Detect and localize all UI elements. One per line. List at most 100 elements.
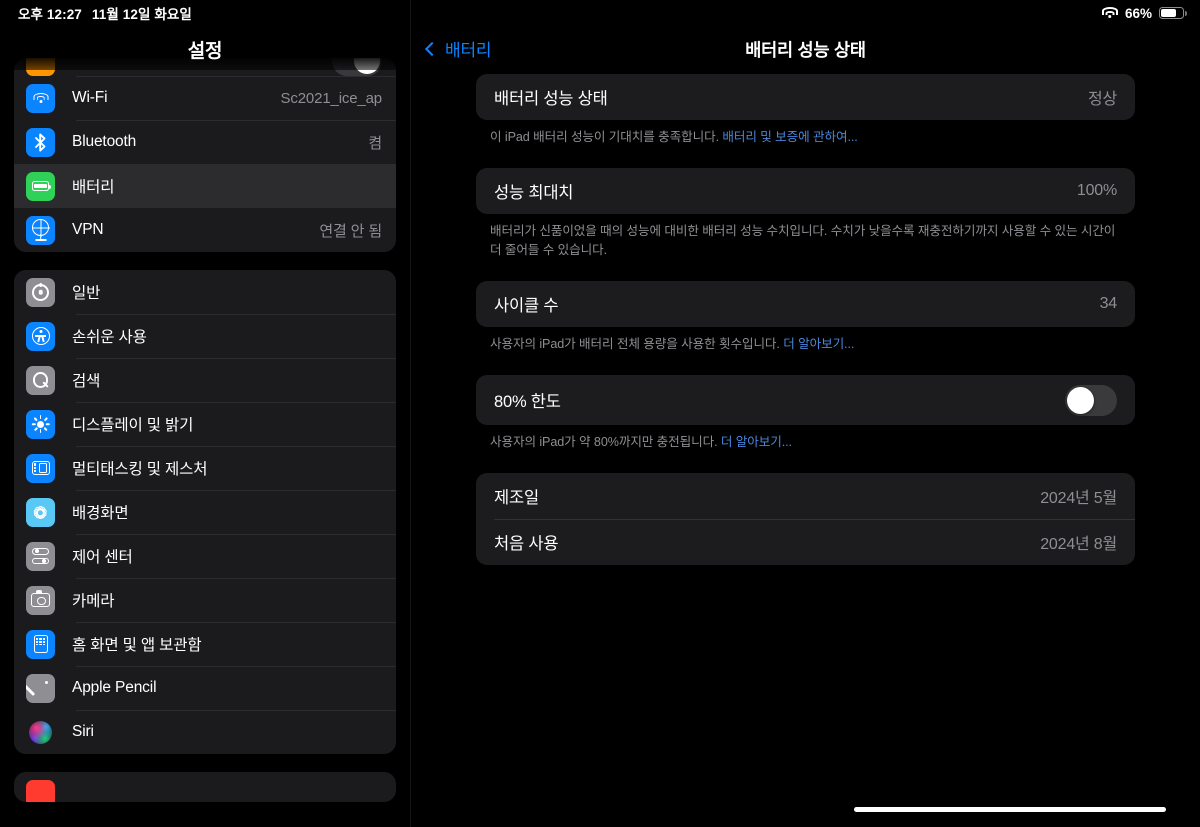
page-title: 설정 <box>187 41 223 62</box>
sidebar-item-control-center[interactable]: 제어 센터 <box>14 534 396 578</box>
siri-orb-icon <box>26 718 55 747</box>
control-center-icon <box>26 541 55 571</box>
sidebar-item-label: Siri <box>72 723 94 740</box>
multitasking-icon <box>26 453 55 483</box>
card: 성능 최대치 100% <box>476 168 1135 215</box>
footnote-text: 배터리가 신품이었을 때의 성능에 대비한 배터리 성능 수치입니다. 수치가 … <box>490 224 1116 257</box>
sidebar-item-display-brightness[interactable]: 디스플레이 및 밝기 <box>14 402 396 446</box>
vpn-globe-icon <box>26 215 55 245</box>
row-80-percent-limit[interactable]: 80% 한도 <box>476 375 1135 425</box>
sidebar-item-label: 일반 <box>72 285 101 302</box>
footnote-link[interactable]: 더 알아보기... <box>721 435 792 449</box>
sidebar-item-bluetooth[interactable]: Bluetooth 켬 <box>14 120 396 164</box>
row-label: 배터리 성능 상태 <box>494 90 608 108</box>
app-icon <box>26 779 55 802</box>
section-battery-health: 배터리 성능 상태 정상 이 iPad 배터리 성능이 기대치를 충족합니다. … <box>476 74 1135 146</box>
row-value: 100% <box>1076 182 1117 200</box>
sidebar-item-accessibility[interactable]: 손쉬운 사용 <box>14 314 396 358</box>
sidebar-item-label: 카메라 <box>72 593 115 610</box>
sidebar-item-value: 켬 <box>368 134 382 152</box>
footnote-text: 이 iPad 배터리 성능이 기대치를 충족합니다. <box>490 130 723 144</box>
card: 사이클 수 34 <box>476 280 1135 327</box>
sidebar-item-home-screen[interactable]: 홈 화면 및 앱 보관함 <box>14 622 396 666</box>
brightness-sun-icon <box>26 409 55 439</box>
sidebar-item-label: 디스플레이 및 밝기 <box>72 417 194 434</box>
ipad-settings-screen: 오후 12:27 11월 12일 화요일 66% Wi-Fi Sc2021_ic… <box>0 0 1200 827</box>
accessibility-icon <box>26 321 55 351</box>
home-indicator[interactable] <box>854 807 1166 812</box>
home-screen-icon <box>26 629 55 659</box>
sidebar-group-connectivity: Wi-Fi Sc2021_ice_ap Bluetooth 켬 배터리 VPN … <box>14 58 396 252</box>
row-value: 34 <box>1099 294 1118 312</box>
footnote-link[interactable]: 더 알아보기... <box>783 337 854 351</box>
card: 제조일 2024년 5월 처음 사용 2024년 8월 <box>476 473 1135 566</box>
sidebar-item-label: Wi-Fi <box>72 89 108 106</box>
sidebar-item-battery[interactable]: 배터리 <box>14 164 396 208</box>
gear-icon <box>26 277 55 307</box>
bluetooth-icon <box>26 127 55 157</box>
card: 배터리 성능 상태 정상 <box>476 74 1135 120</box>
sidebar-item-partial[interactable] <box>14 772 396 802</box>
sidebar-item-value: 연결 안 됨 <box>319 222 382 240</box>
sidebar-item-label: 배터리 <box>72 179 115 196</box>
row-cycle-count[interactable]: 사이클 수 34 <box>476 281 1135 327</box>
sidebar-item-value: Sc2021_ice_ap <box>280 89 383 107</box>
row-label: 처음 사용 <box>494 535 559 554</box>
sidebar-group-system: 일반 손쉬운 사용 검색 디스플레이 및 밝기 멀티태스킹 및 제스처 배경화면… <box>14 270 396 754</box>
sidebar-item-wifi[interactable]: Wi-Fi Sc2021_ice_ap <box>14 76 396 120</box>
section-80-percent-limit: 80% 한도 사용자의 iPad가 약 80%까지만 충전됩니다. 더 알아보기… <box>476 375 1135 451</box>
detail-panel: 배터리 배터리 성능 상태 배터리 성능 상태 정상 이 iPad 배터리 성능… <box>410 0 1200 827</box>
sidebar-item-label: 홈 화면 및 앱 보관함 <box>72 637 202 654</box>
limit-80-toggle[interactable] <box>1065 384 1117 416</box>
sidebar-item-general[interactable]: 일반 <box>14 270 396 314</box>
wallpaper-flower-icon <box>26 497 55 527</box>
sidebar-item-apple-pencil[interactable]: Apple Pencil <box>14 666 396 710</box>
row-value: 2024년 8월 <box>1040 536 1117 554</box>
sidebar-item-search[interactable]: 검색 <box>14 358 396 402</box>
sidebar-item-label: Apple Pencil <box>72 679 157 696</box>
footnote-text: 사용자의 iPad가 약 80%까지만 충전됩니다. <box>490 435 721 449</box>
sidebar-item-label: VPN <box>72 221 104 238</box>
sidebar-item-label: 제어 센터 <box>72 549 133 566</box>
footnote: 배터리가 신품이었을 때의 성능에 대비한 배터리 성능 수치입니다. 수치가 … <box>476 214 1135 259</box>
camera-icon <box>26 585 55 615</box>
sidebar-item-label: 손쉬운 사용 <box>72 329 147 346</box>
battery-icon <box>26 171 55 201</box>
sidebar-item-label: Bluetooth <box>72 133 137 150</box>
row-value: 2024년 5월 <box>1040 490 1117 508</box>
card: 80% 한도 <box>476 375 1135 425</box>
sidebar-item-multitasking[interactable]: 멀티태스킹 및 제스처 <box>14 446 396 490</box>
row-label: 80% 한도 <box>494 393 561 411</box>
sidebar-item-label: 멀티태스킹 및 제스처 <box>72 461 208 478</box>
row-label: 제조일 <box>494 489 539 508</box>
footnote: 사용자의 iPad가 배터리 전체 용량을 사용한 횟수입니다. 더 알아보기.… <box>476 327 1135 353</box>
row-manufacture-date: 제조일 2024년 5월 <box>476 473 1135 519</box>
sidebar-item-camera[interactable]: 카메라 <box>14 578 396 622</box>
footnote: 사용자의 iPad가 약 80%까지만 충전됩니다. 더 알아보기... <box>476 425 1135 451</box>
sidebar-item-siri[interactable]: Siri <box>14 710 396 754</box>
wifi-icon <box>26 83 55 113</box>
footnote-link[interactable]: 배터리 및 보증에 관하여... <box>722 130 857 144</box>
sidebar-item-wallpaper[interactable]: 배경화면 <box>14 490 396 534</box>
row-max-capacity[interactable]: 성능 최대치 100% <box>476 168 1135 214</box>
detail-header: 배터리 배터리 성능 상태 <box>411 0 1200 74</box>
detail-title: 배터리 성능 상태 <box>745 40 866 60</box>
settings-sidebar: Wi-Fi Sc2021_ice_ap Bluetooth 켬 배터리 VPN … <box>0 0 410 827</box>
pencil-icon <box>26 673 55 703</box>
section-dates: 제조일 2024년 5월 처음 사용 2024년 8월 <box>476 473 1135 566</box>
row-first-use: 처음 사용 2024년 8월 <box>476 519 1135 565</box>
sidebar-group-apps-partial <box>14 772 396 802</box>
sidebar-item-vpn[interactable]: VPN 연결 안 됨 <box>14 208 396 252</box>
section-cycle-count: 사이클 수 34 사용자의 iPad가 배터리 전체 용량을 사용한 횟수입니다… <box>476 280 1135 353</box>
search-icon <box>26 365 55 395</box>
sidebar-item-label: 배경화면 <box>72 505 129 522</box>
row-label: 사이클 수 <box>494 296 559 315</box>
sidebar-scroll-area[interactable]: Wi-Fi Sc2021_ice_ap Bluetooth 켬 배터리 VPN … <box>0 0 410 827</box>
footnote-text: 사용자의 iPad가 배터리 전체 용량을 사용한 횟수입니다. <box>490 336 784 351</box>
sidebar-item-label: 검색 <box>72 373 101 390</box>
row-value: 정상 <box>1087 91 1117 108</box>
section-max-capacity: 성능 최대치 100% 배터리가 신품이었을 때의 성능에 대비한 배터리 성능… <box>476 168 1135 259</box>
row-battery-health[interactable]: 배터리 성능 상태 정상 <box>476 74 1135 120</box>
detail-body: 배터리 성능 상태 정상 이 iPad 배터리 성능이 기대치를 충족합니다. … <box>411 74 1200 566</box>
row-label: 성능 최대치 <box>494 184 574 203</box>
